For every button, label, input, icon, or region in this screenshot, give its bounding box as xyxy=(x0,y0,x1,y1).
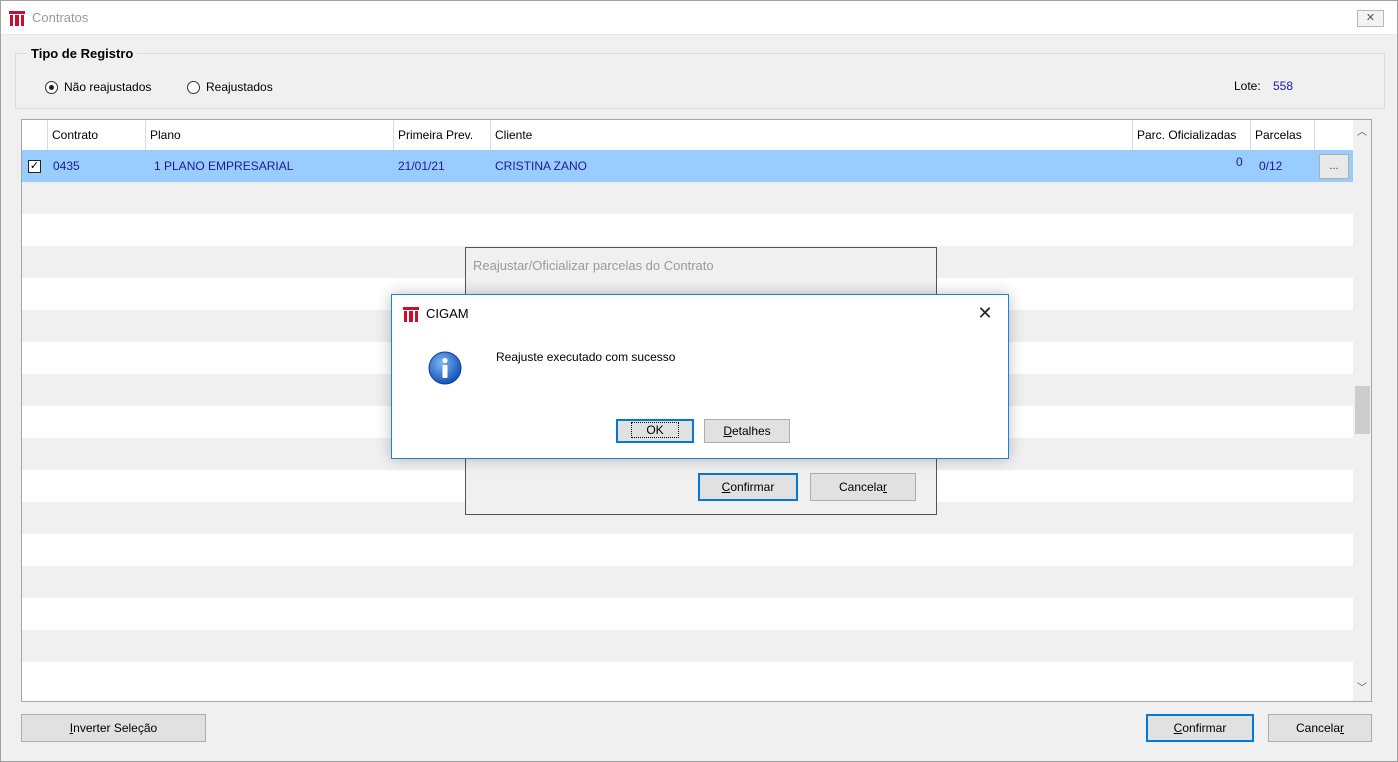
window-title: Contratos xyxy=(32,10,89,25)
cell-contrato: 0435 xyxy=(53,159,80,173)
scroll-down-icon[interactable]: ﹀ xyxy=(1353,680,1371,698)
dialog-cancel-button[interactable]: Cancelar xyxy=(810,473,916,501)
header-check xyxy=(22,120,48,150)
contratos-window: Contratos ✕ Tipo de Registro Não reajust… xyxy=(0,0,1398,762)
message-title: CIGAM xyxy=(426,306,469,321)
confirm-button[interactable]: Confirmar xyxy=(1146,714,1254,742)
ok-button[interactable]: OK xyxy=(616,419,694,443)
radio-unselected-icon xyxy=(187,80,200,94)
info-icon xyxy=(428,351,462,385)
scroll-up-icon[interactable]: ︿ xyxy=(1353,124,1371,142)
empty-row xyxy=(22,182,1353,214)
cell-parcelas: 0/12 xyxy=(1259,159,1283,173)
radio-selected-icon xyxy=(45,80,58,94)
header-primeira-prev[interactable]: Primeira Prev. xyxy=(394,120,491,150)
lote-value: 558 xyxy=(1273,79,1294,93)
reajustar-dialog-title: Reajustar/Oficializar parcelas do Contra… xyxy=(473,258,714,273)
row-details-button[interactable]: ... xyxy=(1319,154,1349,179)
radio-reajustados[interactable]: Reajustados xyxy=(187,79,273,95)
message-footer xyxy=(392,407,1008,458)
close-icon[interactable]: ✕ xyxy=(976,303,994,324)
header-parcelas[interactable]: Parcelas xyxy=(1251,120,1315,150)
check-icon: ✓ xyxy=(29,160,40,172)
cigam-logo-icon xyxy=(403,307,419,322)
message-text: Reajuste executado com sucesso xyxy=(496,350,676,364)
details-button[interactable]: Detalhes xyxy=(704,419,790,443)
group-title: Tipo de Registro xyxy=(27,46,138,61)
header-contrato[interactable]: Contrato xyxy=(48,120,146,150)
invert-selection-button[interactable]: Inverter Seleção xyxy=(21,714,206,742)
lote-label: Lote: xyxy=(1234,79,1261,93)
dialog-confirm-button[interactable]: Confirmar xyxy=(698,473,798,501)
row-checkbox[interactable]: ✓ xyxy=(28,160,41,173)
radio-label: Reajustados xyxy=(206,80,273,94)
vertical-scrollbar[interactable]: ︿ ﹀ xyxy=(1353,120,1371,701)
cancel-button[interactable]: Cancelar xyxy=(1268,714,1372,742)
message-box: CIGAM ✕ Reajuste executado com sucesso O… xyxy=(391,294,1009,459)
radio-label: Não reajustados xyxy=(64,80,152,94)
radio-nao-reajustados[interactable]: Não reajustados xyxy=(45,79,151,95)
cell-parc-oficializadas: 0 xyxy=(1236,155,1243,169)
close-icon: ✕ xyxy=(1365,12,1376,24)
grid-header: Contrato Plano Primeira Prev. Cliente Pa… xyxy=(22,120,1353,150)
header-parc-oficializadas[interactable]: Parc. Oficializadas xyxy=(1133,120,1251,150)
message-title-bar: CIGAM ✕ xyxy=(392,295,1008,333)
title-bar: Contratos ✕ xyxy=(1,1,1397,35)
empty-row xyxy=(22,566,1353,598)
cigam-logo-icon xyxy=(9,11,25,26)
scroll-thumb[interactable] xyxy=(1355,386,1370,434)
header-plano[interactable]: Plano xyxy=(146,120,394,150)
empty-row xyxy=(22,630,1353,662)
cell-primeira-prev: 21/01/21 xyxy=(398,159,445,173)
header-cliente[interactable]: Cliente xyxy=(491,120,1133,150)
window-close-button[interactable]: ✕ xyxy=(1357,10,1384,27)
cell-cliente: CRISTINA ZANO xyxy=(495,159,588,173)
cell-plano: 1 PLANO EMPRESARIAL xyxy=(154,159,294,173)
